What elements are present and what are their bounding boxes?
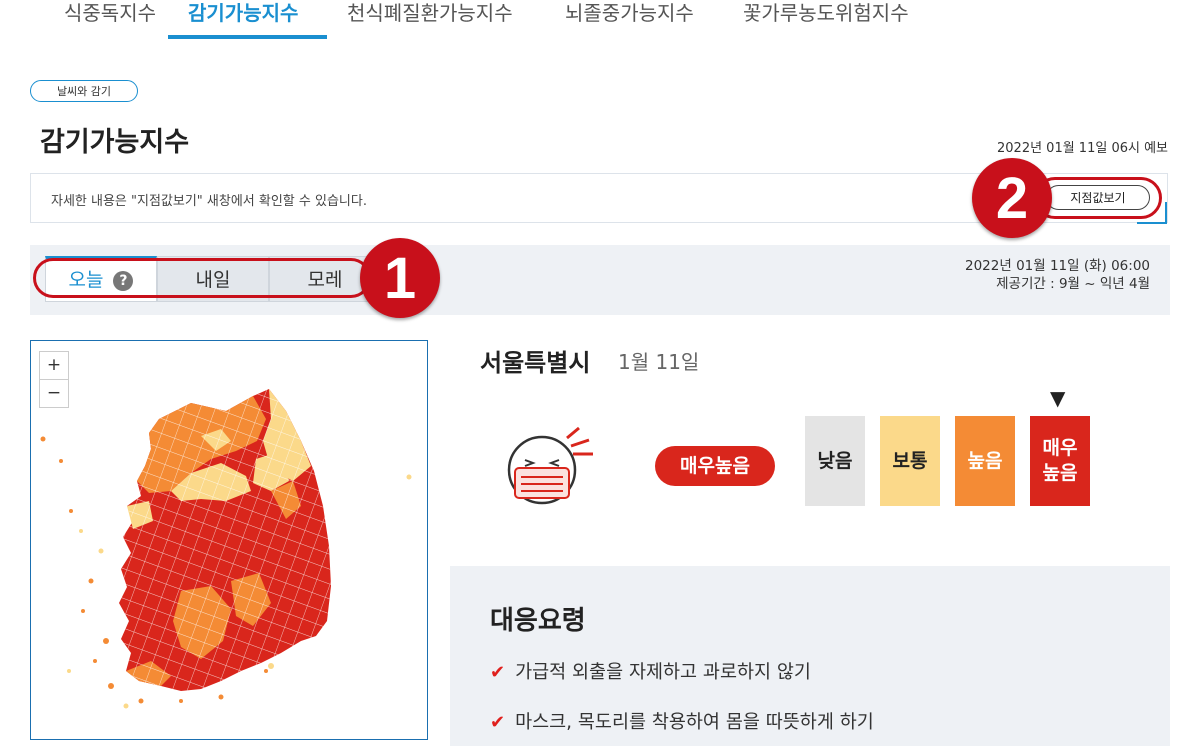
scale-low: 낮음 (805, 416, 865, 506)
notice-text: 자세한 내용은 "지점값보기" 새창에서 확인할 수 있습니다. (51, 194, 367, 209)
scale-high: 높음 (955, 416, 1015, 506)
scale-marker-icon: ▼ (1050, 386, 1066, 410)
page-title: 감기가능지수 (40, 127, 190, 158)
provision-period: 제공기간 : 9월 ~ 익년 4월 (996, 276, 1150, 292)
forecast-date: 2022년 01월 11일 (화) 06:00 (965, 258, 1150, 274)
callout-badge-1: 1 (360, 238, 440, 318)
highlight-ring-1 (33, 258, 371, 298)
tab-food-poisoning[interactable]: 식중독지수 (64, 0, 156, 26)
response-title: 대응요령 (490, 606, 586, 636)
forecast-time: 2022년 01월 11일 06시 예보 (997, 141, 1168, 156)
sick-face-icon (505, 420, 605, 514)
tab-pollen[interactable]: 꽃가루농도위험지수 (743, 0, 909, 26)
city-name: 서울특별시 (480, 349, 591, 377)
check-icon: ✔ (490, 662, 506, 683)
category-badge[interactable]: 날씨와 감기 (30, 80, 138, 102)
top-tabs: 식중독지수 감기가능지수 천식폐질환가능지수 뇌졸중가능지수 꽃가루농도위험지수 (0, 0, 1200, 40)
response-item-text: 가급적 외출을 자제하고 과로하지 않기 (515, 662, 811, 683)
active-tab-indicator (168, 35, 327, 39)
current-level-badge: 매우높음 (655, 446, 775, 486)
city-date: 1월 11일 (618, 350, 700, 374)
korea-map[interactable]: + − (30, 340, 428, 740)
response-item-text: 마스크, 목도리를 착용하여 몸을 따뜻하게 하기 (515, 712, 874, 733)
map-svg (40, 389, 412, 709)
tab-cold[interactable]: 감기가능지수 (188, 0, 298, 26)
map-district-borders (119, 389, 331, 691)
response-item: ✔ 마스크, 목도리를 착용하여 몸을 따뜻하게 하기 (490, 708, 874, 734)
tab-asthma[interactable]: 천식폐질환가능지수 (347, 0, 513, 26)
date-info: 2022년 01월 11일 (화) 06:00 제공기간 : 9월 ~ 익년 4… (965, 257, 1150, 293)
check-icon: ✔ (490, 712, 506, 733)
highlight-ring-2 (1034, 177, 1162, 219)
tab-stroke[interactable]: 뇌졸중가능지수 (565, 0, 694, 26)
scale-normal: 보통 (880, 416, 940, 506)
callout-badge-2: 2 (972, 158, 1052, 238)
response-item: ✔ 가급적 외출을 자제하고 과로하지 않기 (490, 658, 811, 684)
scale-very-high: 매우 높음 (1030, 416, 1090, 506)
